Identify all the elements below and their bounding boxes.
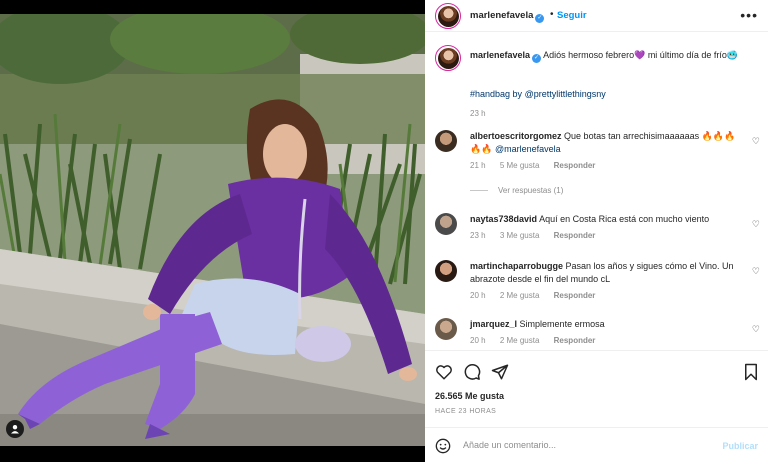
comment-mention[interactable]: @marlenefavela bbox=[495, 144, 561, 154]
instagram-post-modal: marlenefavela ✓ • Seguir ••• marlenefavel… bbox=[0, 0, 768, 462]
comment-text: jmarquez_l Simplemente ermosa bbox=[470, 318, 740, 331]
post-photo[interactable] bbox=[0, 14, 425, 446]
post-image bbox=[0, 14, 425, 446]
heart-icon[interactable] bbox=[435, 363, 453, 381]
comment-time: 23 h bbox=[470, 231, 486, 240]
reply-button[interactable]: Responder bbox=[554, 336, 596, 345]
caption-username[interactable]: marlenefavela bbox=[470, 50, 530, 60]
comment-likes[interactable]: 3 Me gusta bbox=[500, 231, 540, 240]
comment-icon[interactable] bbox=[463, 363, 481, 381]
comment-time: 20 h bbox=[470, 291, 486, 300]
comment-likes[interactable]: 5 Me gusta bbox=[500, 161, 540, 170]
comment-meta: 21 h 5 Me gusta Responder bbox=[470, 161, 607, 170]
comment-body: Aquí en Costa Rica está con mucho viento bbox=[539, 214, 710, 224]
comment-text: martinchaparrobugge Pasan los años y sig… bbox=[470, 260, 740, 286]
comment-text: albertoescritorgomez Que botas tan arrec… bbox=[470, 130, 740, 156]
reply-button[interactable]: Responder bbox=[554, 231, 596, 240]
author-username[interactable]: marlenefavela bbox=[470, 10, 533, 21]
bookmark-icon[interactable] bbox=[742, 363, 760, 381]
likes-count[interactable]: 26.565 Me gusta bbox=[435, 391, 504, 401]
user-tag-icon[interactable] bbox=[6, 420, 24, 438]
add-comment-bar: Publicar bbox=[425, 427, 768, 462]
comment-heart-icon[interactable]: ♡ bbox=[752, 266, 760, 277]
comment-heart-icon[interactable]: ♡ bbox=[752, 219, 760, 230]
replies-line bbox=[470, 190, 488, 192]
comment-meta: 23 h 3 Me gusta Responder bbox=[470, 231, 607, 240]
reply-button[interactable]: Responder bbox=[554, 291, 596, 300]
caption-time: 23 h bbox=[470, 109, 486, 118]
post-age: HACE 23 HORAS bbox=[435, 408, 497, 415]
comment-time: 20 h bbox=[470, 336, 486, 345]
commenter-avatar[interactable] bbox=[435, 213, 457, 235]
post-details-panel: marlenefavela ✓ • Seguir ••• marlenefavel… bbox=[425, 0, 768, 462]
publish-button[interactable]: Publicar bbox=[722, 441, 758, 451]
comment-meta: 20 h 2 Me gusta Responder bbox=[470, 291, 607, 300]
comments-scroll-area[interactable]: marlenefavela ✓ Adiós hermoso febrero💜 mi… bbox=[425, 33, 768, 348]
comment-heart-icon[interactable]: ♡ bbox=[752, 324, 760, 335]
caption-mention[interactable]: @prettylittlethingsny bbox=[525, 89, 606, 99]
post-header: marlenefavela ✓ • Seguir ••• bbox=[425, 0, 768, 32]
reply-button[interactable]: Responder bbox=[554, 161, 596, 170]
caption-avatar[interactable] bbox=[435, 45, 461, 71]
commenter-username[interactable]: naytas738david bbox=[470, 214, 537, 224]
verified-icon: ✓ bbox=[535, 14, 545, 23]
view-replies-label: Ver respuestas (1) bbox=[498, 186, 564, 195]
commenter-avatar[interactable] bbox=[435, 318, 457, 340]
share-icon[interactable] bbox=[491, 363, 509, 381]
commenter-username[interactable]: martinchaparrobugge bbox=[470, 261, 563, 271]
comment-body: Simplemente ermosa bbox=[519, 319, 605, 329]
author-username-row: marlenefavela ✓ bbox=[470, 10, 545, 23]
commenter-username[interactable]: jmarquez_l bbox=[470, 319, 517, 329]
comment-likes[interactable]: 2 Me gusta bbox=[500, 336, 540, 345]
author-avatar[interactable] bbox=[435, 3, 461, 29]
more-icon[interactable]: ••• bbox=[740, 7, 758, 23]
verified-icon: ✓ bbox=[532, 54, 542, 63]
comment-heart-icon[interactable]: ♡ bbox=[752, 136, 760, 147]
commenter-avatar[interactable] bbox=[435, 130, 457, 152]
emoji-icon[interactable] bbox=[435, 438, 451, 454]
comment-meta: 20 h 2 Me gusta Responder bbox=[470, 336, 607, 345]
caption-body: Adiós hermoso febrero💜 mi último día de … bbox=[543, 50, 739, 60]
caption-tags: #handbag by @prettylittlethingsny bbox=[470, 89, 606, 99]
comment-likes[interactable]: 2 Me gusta bbox=[500, 291, 540, 300]
comment-text: naytas738david Aquí en Costa Rica está c… bbox=[470, 213, 740, 226]
commenter-username[interactable]: albertoescritorgomez bbox=[470, 131, 562, 141]
commenter-avatar[interactable] bbox=[435, 260, 457, 282]
follow-button[interactable]: Seguir bbox=[557, 10, 587, 21]
caption-text: marlenefavela ✓ Adiós hermoso febrero💜 mi… bbox=[470, 49, 760, 63]
separator-dot: • bbox=[550, 9, 554, 20]
caption-hashtag[interactable]: #handbag by bbox=[470, 89, 525, 99]
add-comment-input[interactable] bbox=[463, 436, 703, 454]
view-replies-button[interactable]: Ver respuestas (1) bbox=[470, 186, 563, 195]
comment-time: 21 h bbox=[470, 161, 486, 170]
